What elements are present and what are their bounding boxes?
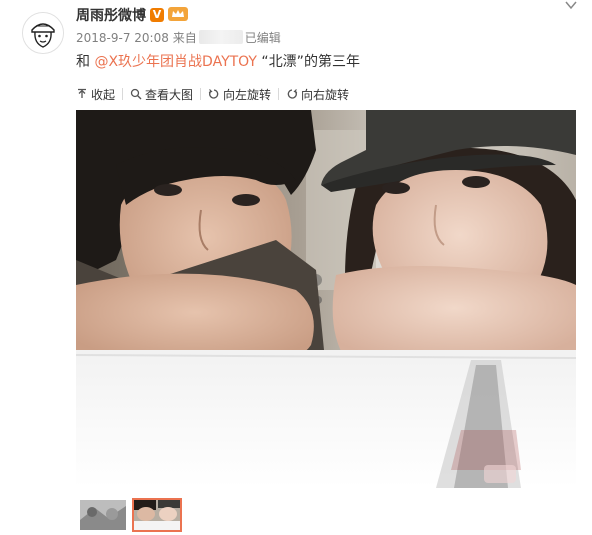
post-text: 和 @X玖少年团肖战DAYTOY “北漂”的第三年	[76, 52, 360, 72]
edited-label[interactable]: 已编辑	[245, 31, 281, 45]
post-text-prefix: 和	[76, 54, 95, 70]
blurred-source	[198, 30, 243, 44]
collapse-button[interactable]: 收起	[76, 86, 115, 103]
toolbar-divider	[200, 88, 202, 100]
verified-badge-icon: V	[150, 8, 164, 22]
rotate-right-button[interactable]: 向右旋转	[286, 86, 349, 103]
rotate-left-label: 向左旋转	[223, 87, 272, 102]
thumbnail-1[interactable]	[78, 498, 128, 532]
post-meta: 2018-9-7 20:08 来自 已编辑	[76, 30, 281, 46]
thumbnail-2[interactable]	[132, 498, 182, 532]
member-crown-icon[interactable]	[168, 6, 188, 22]
toolbar-divider	[278, 88, 280, 100]
chevron-down-icon[interactable]	[564, 0, 578, 12]
magnifier-icon	[130, 88, 142, 100]
image-toolbar: 收起 查看大图 向左旋转 向右旋转	[76, 84, 349, 104]
thumbnail-strip	[78, 498, 182, 532]
rotate-right-label: 向右旋转	[301, 87, 350, 102]
rotate-left-button[interactable]: 向左旋转	[208, 86, 271, 103]
avatar[interactable]	[22, 12, 64, 54]
rotate-left-icon	[208, 89, 219, 99]
toolbar-divider	[122, 88, 124, 100]
view-large-button[interactable]: 查看大图	[130, 86, 193, 103]
collapse-icon	[78, 88, 86, 98]
post-photo[interactable]	[76, 110, 576, 488]
view-large-label: 查看大图	[145, 87, 194, 102]
username[interactable]: 周雨彤微博	[76, 6, 146, 26]
post-date[interactable]: 2018-9-7 20:08	[76, 31, 169, 45]
rotate-right-icon	[287, 89, 298, 99]
collapse-label: 收起	[91, 87, 116, 102]
mention-link[interactable]: @X玖少年团肖战DAYTOY	[94, 54, 257, 70]
post-text-suffix: “北漂”的第三年	[256, 54, 360, 70]
source-prefix: 来自	[172, 31, 197, 45]
